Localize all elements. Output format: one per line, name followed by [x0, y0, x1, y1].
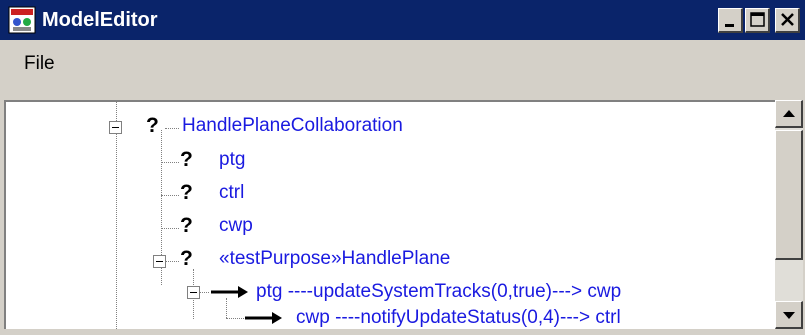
tree-connector-line: [161, 228, 179, 229]
tree-connector-line: [161, 195, 179, 196]
tree-node-cwp[interactable]: cwp: [219, 209, 253, 243]
tree-view[interactable]: ? HandlePlaneCollaboration ? ptg ? ctrl …: [4, 100, 775, 329]
collapse-toggle[interactable]: [153, 255, 166, 268]
question-icon: ?: [146, 114, 159, 137]
maximize-icon: [750, 12, 765, 27]
tree-node-ctrl[interactable]: ctrl: [219, 176, 244, 210]
close-icon: [781, 13, 794, 26]
tree-node-collaboration[interactable]: HandlePlaneCollaboration: [182, 109, 403, 143]
tree-connector-line: [165, 261, 179, 262]
arrow-down-icon: [783, 312, 795, 319]
tree-connector-line: [161, 162, 179, 163]
menu-bar: File: [0, 40, 805, 92]
scroll-up-button[interactable]: [775, 100, 803, 128]
arrow-up-icon: [783, 110, 795, 117]
title-bar[interactable]: ModelEditor: [0, 0, 805, 40]
arrow-icon: [211, 286, 248, 298]
app-icon: [8, 6, 36, 34]
tree-node-message[interactable]: cwp ----notifyUpdateStatus(0,4)---> ctrl: [296, 301, 621, 329]
question-icon: ?: [180, 247, 193, 270]
question-icon: ?: [180, 148, 193, 171]
close-button[interactable]: [775, 8, 800, 33]
tree-connector-line: [226, 318, 244, 319]
minimize-button[interactable]: [718, 8, 743, 33]
window-title: ModelEditor: [42, 9, 158, 31]
menu-file[interactable]: File: [24, 53, 55, 75]
tree-connector-line: [226, 298, 227, 318]
tree-node-test-purpose[interactable]: «testPurpose»HandlePlane: [219, 242, 450, 276]
arrow-icon: [245, 312, 282, 324]
model-editor-window: ModelEditor File ? HandlePlaneCollaborat…: [0, 0, 805, 335]
question-icon: ?: [180, 214, 193, 237]
vertical-scrollbar[interactable]: [775, 100, 803, 329]
question-icon: ?: [180, 181, 193, 204]
tree-guide-line: [116, 102, 117, 329]
tree-node-ptg[interactable]: ptg: [219, 143, 245, 177]
maximize-button[interactable]: [745, 8, 770, 33]
tree-connector-line: [165, 128, 179, 129]
collapse-toggle[interactable]: [187, 286, 200, 299]
scroll-thumb[interactable]: [775, 130, 803, 260]
collapse-toggle[interactable]: [109, 121, 122, 134]
minimize-icon: [725, 24, 734, 27]
scroll-down-button[interactable]: [775, 301, 803, 329]
